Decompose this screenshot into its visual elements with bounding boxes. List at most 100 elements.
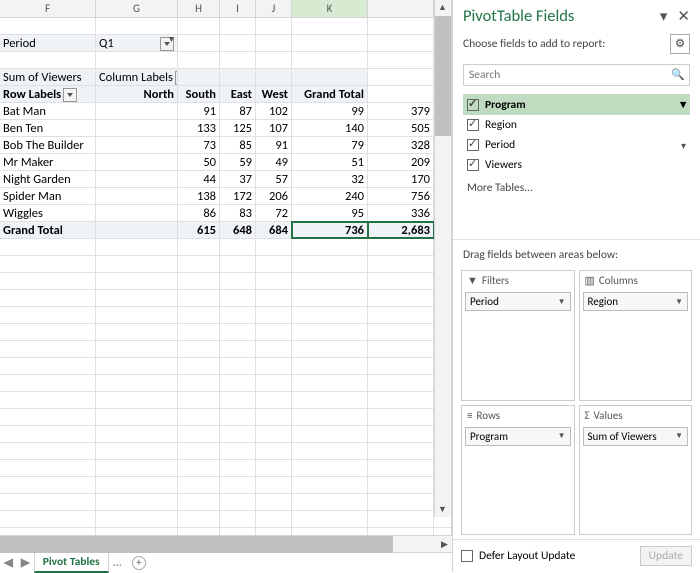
cell[interactable]: [178, 307, 220, 323]
chevron-down-icon[interactable]: ▼: [558, 431, 566, 441]
cell[interactable]: 336: [368, 205, 434, 221]
col-header-F[interactable]: F: [0, 0, 96, 17]
cell[interactable]: [220, 528, 256, 535]
cell[interactable]: [368, 392, 434, 408]
cell[interactable]: West: [256, 86, 292, 102]
cell[interactable]: Grand Total: [292, 86, 368, 102]
chevron-down-icon[interactable]: ▼: [558, 297, 566, 307]
cell[interactable]: [96, 103, 178, 119]
cell[interactable]: [256, 528, 292, 535]
cell[interactable]: [256, 35, 292, 51]
cell[interactable]: [178, 511, 220, 527]
cell[interactable]: [220, 460, 256, 476]
cell[interactable]: [256, 511, 292, 527]
cell[interactable]: [220, 256, 256, 272]
cell[interactable]: [0, 324, 96, 340]
cell[interactable]: [256, 256, 292, 272]
cell[interactable]: Spider Man: [0, 188, 96, 204]
cell[interactable]: [178, 18, 220, 34]
cell[interactable]: [368, 460, 434, 476]
cell[interactable]: [0, 358, 96, 374]
cell[interactable]: [256, 460, 292, 476]
cell[interactable]: [220, 494, 256, 510]
area-filters[interactable]: ▼FiltersPeriod▼: [461, 270, 575, 401]
field-checkbox[interactable]: [467, 159, 479, 171]
field-program[interactable]: Program▾: [463, 94, 690, 115]
cell[interactable]: [178, 528, 220, 535]
cell[interactable]: [220, 324, 256, 340]
tab-nav-prev[interactable]: ◀: [0, 555, 17, 570]
cell[interactable]: [96, 494, 178, 510]
cell[interactable]: [256, 392, 292, 408]
cell[interactable]: [368, 69, 434, 85]
cell[interactable]: 73: [178, 137, 220, 153]
cell[interactable]: 44: [178, 171, 220, 187]
cell[interactable]: [0, 426, 96, 442]
cell[interactable]: [256, 375, 292, 391]
update-button[interactable]: Update: [640, 546, 692, 566]
cell[interactable]: 87: [220, 103, 256, 119]
cell[interactable]: [368, 256, 434, 272]
cell[interactable]: [368, 494, 434, 510]
area-chip[interactable]: Program▼: [465, 427, 571, 446]
cell[interactable]: [178, 494, 220, 510]
cell[interactable]: [96, 375, 178, 391]
cell[interactable]: [0, 460, 96, 476]
cell[interactable]: 209: [368, 154, 434, 170]
area-chip[interactable]: Sum of Viewers▼: [583, 427, 689, 446]
cell[interactable]: [96, 239, 178, 255]
cell[interactable]: [96, 273, 178, 289]
cell[interactable]: [256, 18, 292, 34]
area-chip[interactable]: Period▼: [465, 292, 571, 311]
filter-dropdown-icon[interactable]: [160, 37, 174, 51]
cell[interactable]: [368, 375, 434, 391]
cell[interactable]: [96, 256, 178, 272]
cell[interactable]: [368, 324, 434, 340]
cell[interactable]: [178, 35, 220, 51]
chevron-down-icon[interactable]: ▼: [675, 297, 683, 307]
cell[interactable]: [96, 409, 178, 425]
cell[interactable]: [0, 290, 96, 306]
cell[interactable]: [96, 443, 178, 459]
cell[interactable]: [256, 307, 292, 323]
cell[interactable]: 50: [178, 154, 220, 170]
cell[interactable]: Night Garden: [0, 171, 96, 187]
cell[interactable]: 32: [292, 171, 368, 187]
col-header-J[interactable]: J: [256, 0, 292, 17]
grid[interactable]: FGHIJK PeriodQ1Sum of ViewersColumn Labe…: [0, 0, 452, 535]
cell[interactable]: [292, 273, 368, 289]
cell[interactable]: [178, 477, 220, 493]
defer-checkbox[interactable]: [461, 550, 473, 562]
col-header-K[interactable]: K: [292, 0, 368, 17]
cell[interactable]: [0, 392, 96, 408]
cell[interactable]: [368, 18, 434, 34]
cell[interactable]: [256, 494, 292, 510]
cell[interactable]: [178, 409, 220, 425]
area-rows[interactable]: ≡RowsProgram▼: [461, 405, 575, 536]
vertical-scrollbar[interactable]: ▲ ▼: [434, 0, 451, 517]
cell[interactable]: 133: [178, 120, 220, 136]
cell[interactable]: [292, 18, 368, 34]
cell[interactable]: [368, 290, 434, 306]
cell[interactable]: [220, 35, 256, 51]
tab-nav-more[interactable]: ...: [109, 556, 126, 570]
cell[interactable]: [368, 528, 434, 535]
cell[interactable]: [368, 409, 434, 425]
cell[interactable]: [96, 290, 178, 306]
cell[interactable]: [96, 205, 178, 221]
cell[interactable]: 684: [256, 222, 292, 238]
cell[interactable]: [96, 137, 178, 153]
cell[interactable]: [256, 426, 292, 442]
cell[interactable]: [178, 273, 220, 289]
field-search-input[interactable]: [463, 64, 690, 86]
cell[interactable]: 57: [256, 171, 292, 187]
cell[interactable]: [0, 494, 96, 510]
cell[interactable]: [96, 477, 178, 493]
area-values[interactable]: ΣValuesSum of Viewers▼: [579, 405, 693, 536]
cell[interactable]: 125: [220, 120, 256, 136]
cell[interactable]: [368, 239, 434, 255]
cell[interactable]: [96, 307, 178, 323]
cell[interactable]: [220, 511, 256, 527]
cell[interactable]: [0, 528, 96, 535]
cell[interactable]: [178, 460, 220, 476]
